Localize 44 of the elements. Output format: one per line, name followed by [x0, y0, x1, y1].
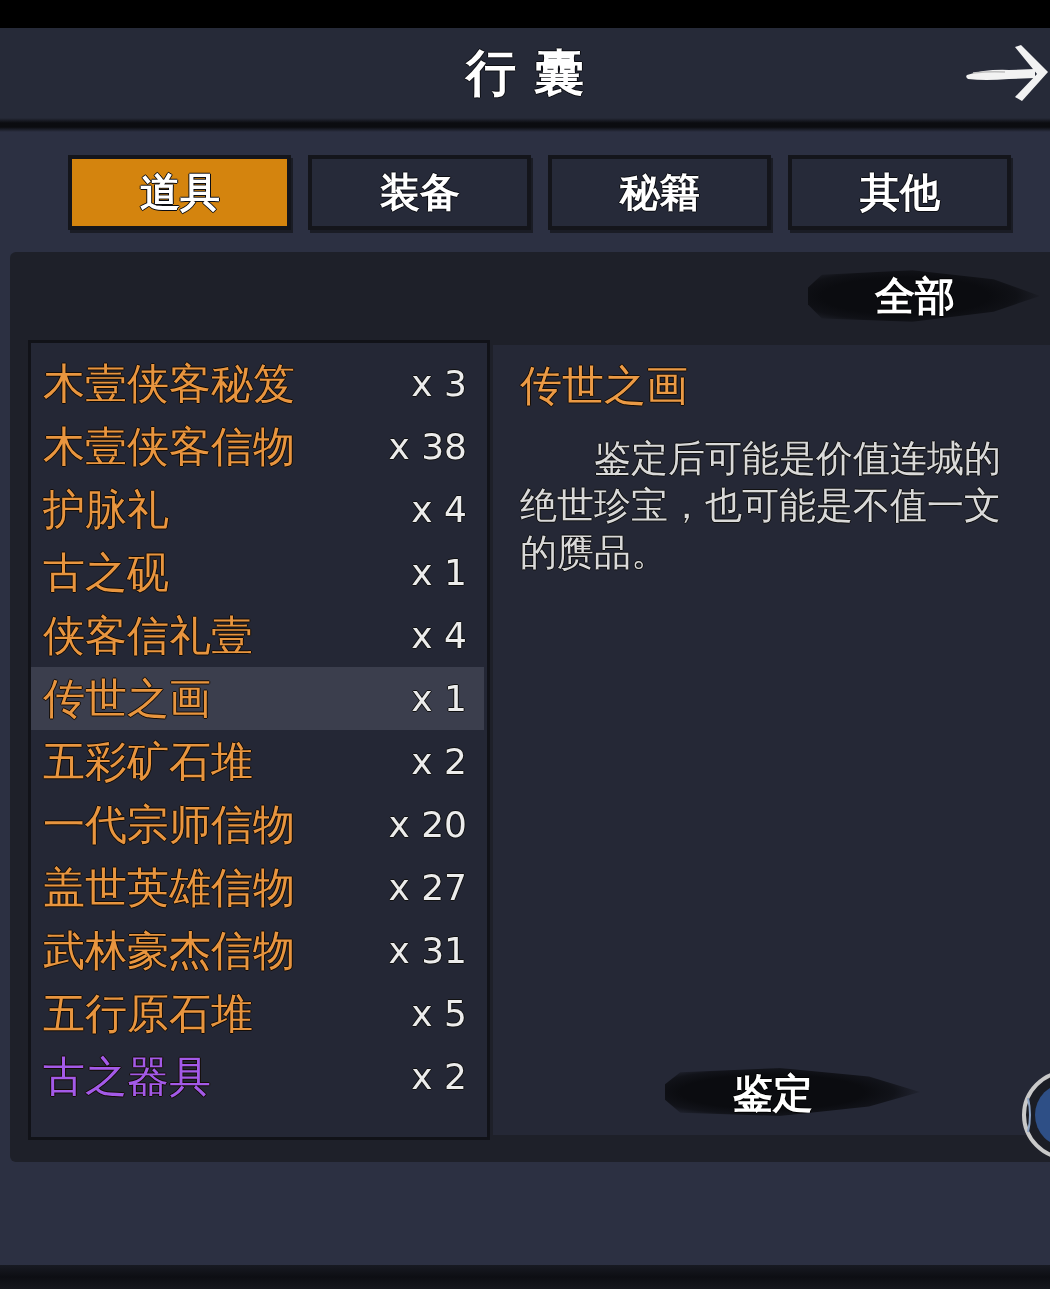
item-name: 木壹侠客秘笈 [43, 358, 295, 409]
item-name: 侠客信礼壹 [43, 610, 253, 661]
item-count: x 5 [411, 991, 467, 1036]
item-name: 盖世英雄信物 [43, 862, 295, 913]
filter-button[interactable]: 全部 [808, 268, 1040, 324]
item-row[interactable]: 一代宗师信物 x 20 [31, 793, 484, 856]
item-name: 五行原石堆 [43, 988, 253, 1039]
tab[interactable]: 秘籍 [548, 155, 771, 230]
tab[interactable]: 其他 [788, 155, 1011, 230]
item-count: x 2 [411, 739, 467, 784]
item-title: 传世之画 [520, 363, 689, 409]
item-count: x 4 [411, 487, 467, 532]
item-row[interactable]: 木壹侠客秘笈 x 3 [31, 352, 484, 415]
item-row[interactable]: 古之器具 x 2 [31, 1045, 484, 1108]
item-count: x 4 [411, 613, 467, 658]
item-name: 古之器具 [43, 1051, 211, 1102]
arrow-right-icon[interactable] [965, 42, 1050, 104]
item-count: x 31 [388, 928, 467, 973]
tab[interactable]: 装备 [308, 155, 531, 230]
item-row[interactable]: 传世之画 x 1 [31, 667, 484, 730]
item-count: x 1 [411, 676, 467, 721]
item-count: x 38 [388, 424, 467, 469]
item-name: 武林豪杰信物 [43, 925, 295, 976]
item-name: 五彩矿石堆 [43, 736, 253, 787]
item-row[interactable]: 五彩矿石堆 x 2 [31, 730, 484, 793]
item-name: 传世之画 [43, 673, 211, 724]
item-count: x 3 [411, 361, 467, 406]
item-row[interactable]: 盖世英雄信物 x 27 [31, 856, 484, 919]
item-row[interactable]: 侠客信礼壹 x 4 [31, 604, 484, 667]
item-name: 护脉礼 [43, 484, 169, 535]
item-row[interactable]: 古之砚 x 1 [31, 541, 484, 604]
item-count: x 2 [411, 1054, 467, 1099]
item-row[interactable]: 武林豪杰信物 x 31 [31, 919, 484, 982]
item-row[interactable]: 护脉礼 x 4 [31, 478, 484, 541]
item-row[interactable]: 五行原石堆 x 5 [31, 982, 484, 1045]
item-count: x 1 [411, 550, 467, 595]
item-name: 木壹侠客信物 [43, 421, 295, 472]
item-count: x 27 [388, 865, 467, 910]
window-title: 行囊 [464, 44, 602, 103]
item-description: 鉴定后可能是价值连城的绝世珍宝，也可能是不值一文的赝品。 [520, 436, 1002, 576]
item-name: 古之砚 [43, 547, 169, 598]
item-row[interactable]: 木壹侠客信物 x 38 [31, 415, 484, 478]
item-count: x 20 [388, 802, 467, 847]
item-name: 一代宗师信物 [43, 799, 295, 850]
